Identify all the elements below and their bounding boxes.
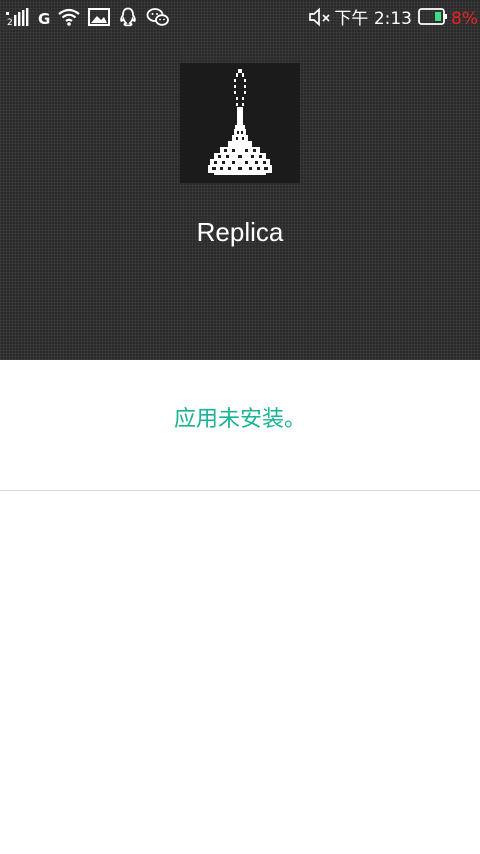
rocket-icon <box>180 63 300 183</box>
install-status-area: 应用未安装。 <box>0 360 480 490</box>
divider <box>0 490 480 491</box>
status-bar-right: 下午 2:13 8% <box>308 7 478 31</box>
battery-icon <box>418 7 448 31</box>
sim-slot-label: 2 <box>7 18 13 27</box>
wechat-icon <box>146 7 170 31</box>
signal-icon: 2 <box>6 7 30 31</box>
status-bar: 2 G 下午 2:13 8% <box>0 0 480 38</box>
install-status-message: 应用未安装。 <box>173 407 306 432</box>
app-name: Replica <box>196 217 284 247</box>
qq-icon <box>118 7 138 31</box>
wifi-icon <box>58 7 80 31</box>
clock: 下午 2:13 <box>334 9 413 29</box>
network-type-label: G <box>38 10 51 28</box>
app-header-panel: 2 G 下午 2:13 8% Replica <box>0 0 480 360</box>
mute-icon <box>308 7 332 31</box>
battery-percentage: 8% <box>451 9 478 29</box>
status-bar-left: 2 G <box>6 7 178 31</box>
image-notification-icon <box>88 7 111 31</box>
